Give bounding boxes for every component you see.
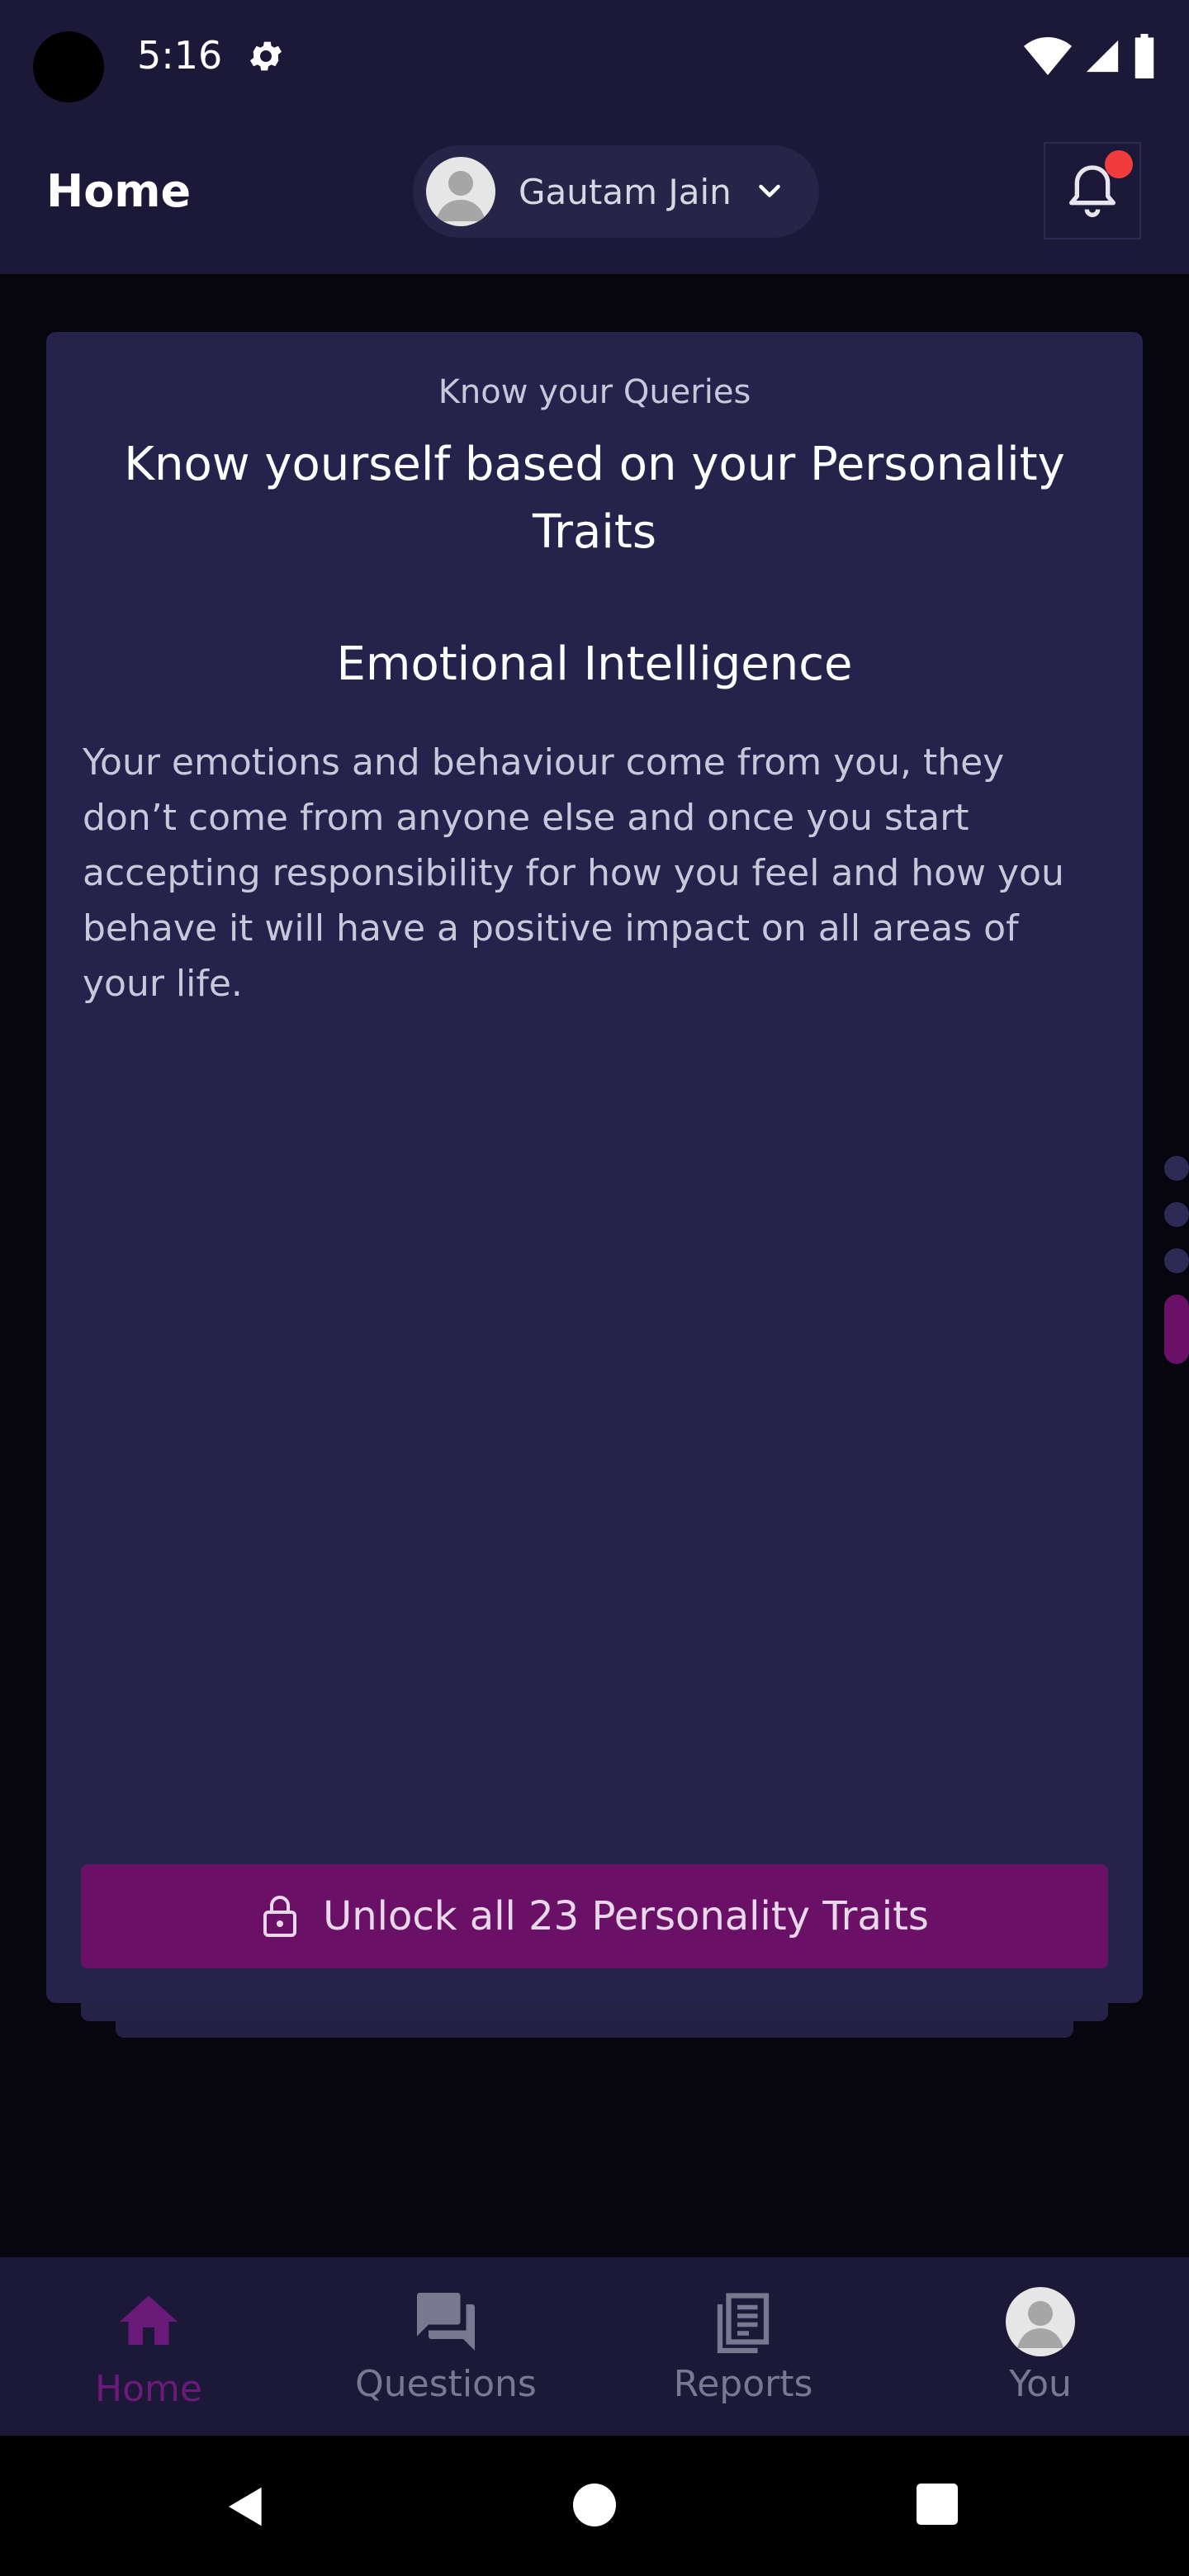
nav-questions-label: Questions [355,2363,537,2405]
nav-you[interactable]: You [892,2257,1189,2436]
system-indicators [1024,33,1156,79]
chevron-down-icon [759,184,780,197]
camera-cutout [33,31,104,102]
home-icon [120,2295,178,2345]
wifi-icon [1024,37,1072,75]
home-button-icon[interactable] [573,2484,616,2526]
nav-questions[interactable]: Questions [297,2257,594,2436]
page-dot-active[interactable] [1164,1295,1189,1364]
bottom-navigation: Home Questions Reports You [0,2257,1189,2436]
status-time: 5:16 [137,33,223,78]
page-dot[interactable] [1164,1202,1189,1227]
nav-reports-label: Reports [673,2363,813,2405]
lock-open-icon [263,1896,297,1937]
status-bar: 5:16 [0,0,1189,124]
app-bar: Home Gautam Jain [0,124,1189,274]
page-dot[interactable] [1164,1156,1189,1181]
forum-icon [417,2293,475,2351]
notification-dot [1105,150,1133,178]
system-navigation-bar [0,2436,1189,2576]
trait-description: Your emotions and behaviour come from yo… [83,741,1064,1005]
person-icon [436,171,486,221]
battery-icon [1135,34,1154,78]
recents-icon[interactable] [917,2484,958,2525]
page-dot[interactable] [1164,1248,1189,1273]
profile-name: Gautam Jain [519,171,732,212]
trait-card[interactable]: Know your Queries Know yourself based on… [46,332,1143,2003]
avatar [1006,2287,1075,2356]
nav-home[interactable]: Home [0,2257,297,2436]
signal-icon [1086,40,1119,73]
page-title: Home [46,165,192,217]
back-icon[interactable] [223,2484,269,2530]
nav-home-label: Home [95,2368,202,2410]
unlock-traits-button[interactable]: Unlock all 23 Personality Traits [81,1864,1108,1968]
card-headline: Know yourself based on your Personality … [124,438,1065,559]
avatar [426,157,495,226]
nav-you-label: You [1009,2363,1072,2405]
trait-title: Emotional Intelligence [336,637,853,691]
profile-switcher[interactable]: Gautam Jain [413,145,819,238]
card-kicker: Know your Queries [438,373,751,411]
page-indicator [1156,1156,1189,1364]
unlock-button-label: Unlock all 23 Personality Traits [323,1893,929,1939]
reports-icon [717,2293,770,2354]
settings-gear-icon [250,41,282,71]
notifications-button[interactable] [1044,142,1141,239]
nav-reports[interactable]: Reports [594,2257,892,2436]
